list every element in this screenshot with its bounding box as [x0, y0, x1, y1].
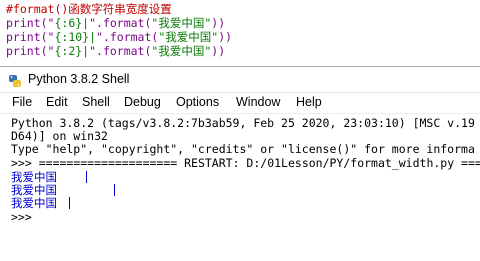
menu-file[interactable]: File: [12, 95, 32, 109]
output-bar-2: [114, 184, 115, 196]
input-prompt-line: >>>: [11, 211, 32, 224]
output-line-3: 我爱中国: [11, 196, 57, 210]
menu-options[interactable]: Options: [176, 95, 219, 109]
title-bar[interactable]: Python 3.8.2 Shell: [0, 67, 480, 93]
python-shell-window: Python 3.8.2 Shell File Edit Shell Debug…: [0, 66, 480, 261]
prompt: >>>: [11, 156, 32, 170]
menu-shell[interactable]: Shell: [82, 95, 110, 109]
prompt-line: >>> ==================== RESTART: D:/01L…: [11, 157, 480, 170]
output-bar-1: [86, 171, 87, 183]
prompt: >>>: [11, 210, 32, 224]
menu-bar: File Edit Shell Debug Options Window Hel…: [0, 93, 480, 114]
window-title: Python 3.8.2 Shell: [28, 72, 130, 86]
menu-edit[interactable]: Edit: [46, 95, 68, 109]
menu-window[interactable]: Window: [236, 95, 280, 109]
shell-text-area[interactable]: Python 3.8.2 (tags/v3.8.2:7b3ab59, Feb 2…: [0, 114, 480, 261]
menu-help[interactable]: Help: [296, 95, 322, 109]
code-editor-snippet: #format()函数字符串宽度设置 print("{:6}|".format(…: [0, 0, 480, 62]
banner-line-3: Type "help", "copyright", "credits" or "…: [11, 142, 475, 156]
code-line-2: print("{:10}|".format("我爱中国")): [6, 30, 233, 44]
code-comment: #format()函数字符串宽度设置: [6, 2, 172, 16]
code-line-1: print("{:6}|".format("我爱中国")): [6, 16, 226, 30]
restart-banner: ==================== RESTART: D:/01Lesso…: [38, 156, 480, 170]
output-bar-3: [69, 197, 70, 209]
python-logo-icon: [8, 73, 22, 87]
menu-debug[interactable]: Debug: [124, 95, 161, 109]
code-line-3: print("{:2}|".format("我爱中国")): [6, 44, 226, 58]
